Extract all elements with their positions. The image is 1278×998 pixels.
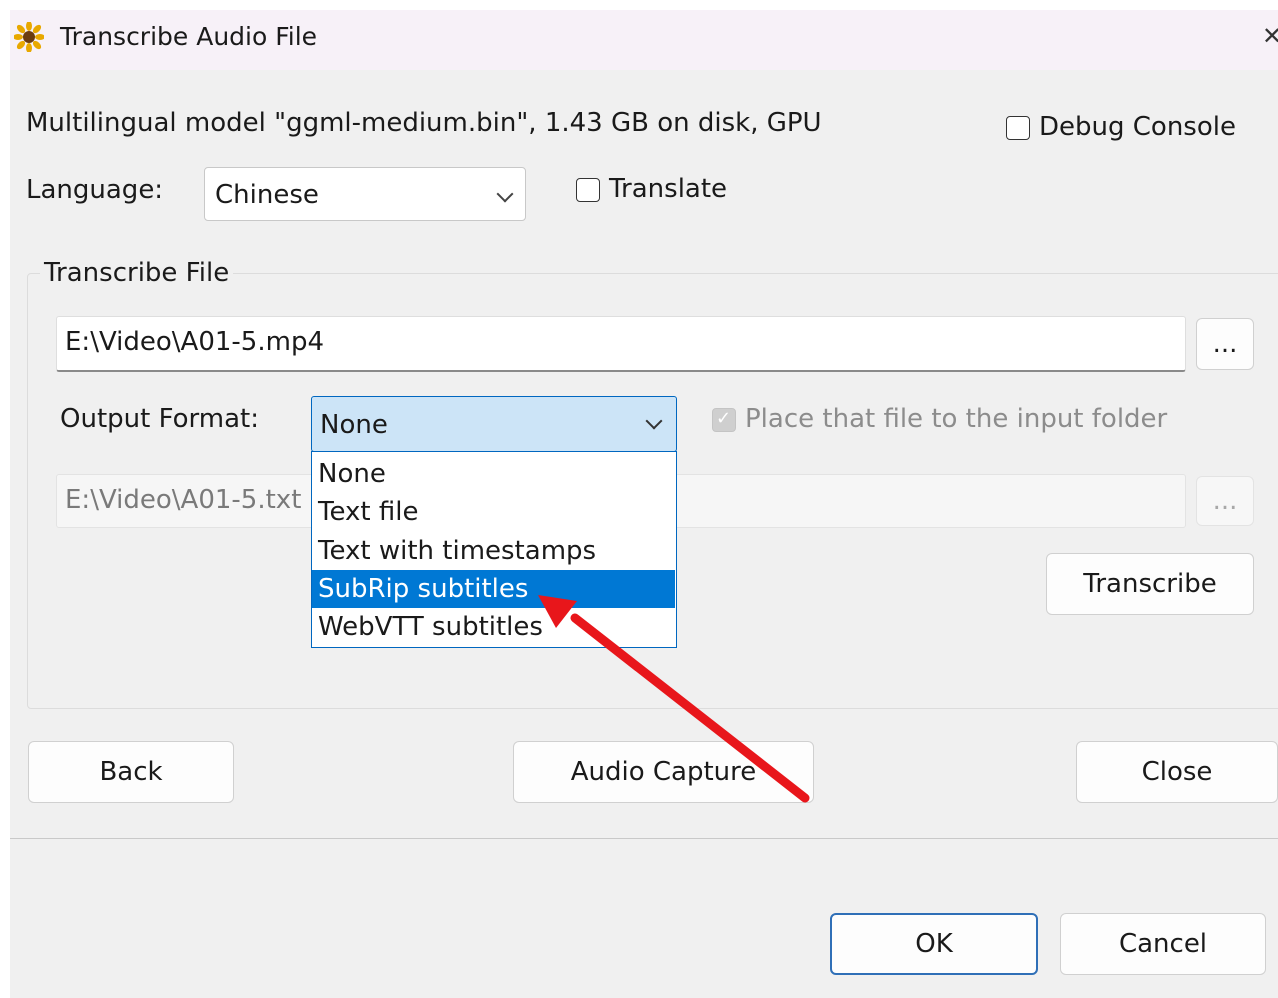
annotation-arrow-head: [538, 595, 577, 628]
annotation-arrow-shaft: [570, 613, 810, 803]
annotation-arrow: [538, 595, 810, 803]
